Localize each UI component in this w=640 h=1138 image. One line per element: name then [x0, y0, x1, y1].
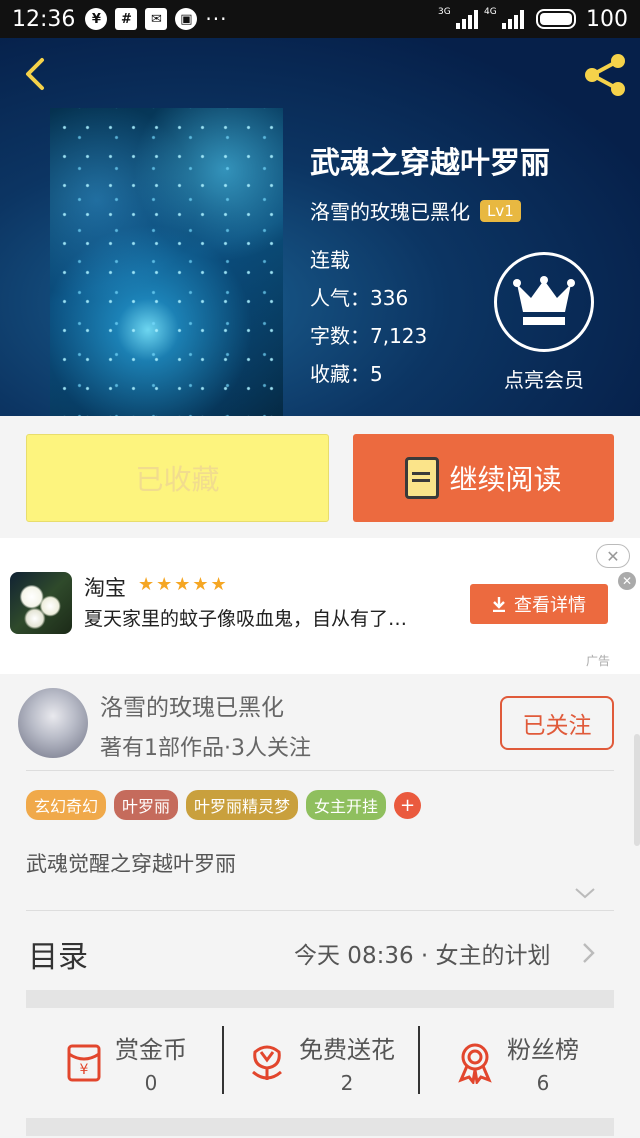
avatar[interactable]	[18, 688, 88, 758]
fan-ranking[interactable]: 粉丝榜 6	[418, 1022, 614, 1102]
signal-4g-icon: 4G	[484, 7, 524, 29]
popularity: 人气：336	[310, 286, 409, 310]
medal-icon	[458, 1043, 492, 1084]
tag-item[interactable]: 女主开挂	[306, 790, 387, 820]
ad-app-name: 淘宝	[84, 576, 126, 600]
stat-value: 2	[340, 1070, 354, 1095]
net-3g-label: 3G	[438, 7, 451, 17]
word-count: 字数：7,123	[310, 324, 428, 348]
stat-value: 6	[536, 1070, 550, 1095]
stat-label: 免费送花	[299, 1035, 395, 1064]
ad-details-label: 查看详情	[514, 595, 586, 616]
chevron-right-icon[interactable]	[580, 942, 596, 964]
yuan-icon: ¥	[85, 8, 108, 30]
reward-coins[interactable]: ¥ 赏金币 0	[26, 1022, 222, 1102]
mail-icon: ✉	[145, 8, 168, 30]
flower-icon	[252, 1045, 282, 1080]
book-description: 武魂觉醒之穿越叶罗丽	[26, 852, 236, 876]
continue-reading-button[interactable]: 继续阅读	[353, 434, 614, 522]
vip-label: 点亮会员	[504, 368, 584, 392]
author-name[interactable]: 洛雪的玫瑰已黑化	[310, 196, 470, 225]
ad-banner[interactable]: ✕ 淘宝 ★★★★★ 夏天家里的蚊子像吸血鬼，自从有了… 查看详情 ✕ 广告	[0, 538, 640, 674]
book-header: 武魂之穿越叶罗丽 洛雪的玫瑰已黑化 Lv1 连载 人气：336 字数：7,123…	[0, 38, 640, 416]
section-separator	[26, 990, 614, 1008]
back-icon[interactable]	[18, 56, 54, 92]
continue-reading-label: 继续阅读	[449, 463, 562, 496]
status-bar: 12:36 ¥ # ✉ ▣ ··· 3G 4G 100	[0, 0, 640, 38]
download-icon	[493, 597, 505, 612]
author-row: 洛雪的玫瑰已黑化 Lv1	[310, 196, 521, 225]
toc-title[interactable]: 目录	[28, 932, 88, 976]
battery-icon	[536, 9, 576, 29]
author-card-name[interactable]: 洛雪的玫瑰已黑化	[100, 688, 284, 722]
free-flowers[interactable]: 免费送花 2	[222, 1022, 418, 1102]
tag-item[interactable]: 叶罗丽精灵梦	[186, 790, 299, 820]
stats-row: ¥ 赏金币 0 免费送花 2 粉丝榜 6	[26, 1022, 614, 1102]
book-title: 武魂之穿越叶罗丽	[310, 146, 550, 181]
red-envelope-icon: ¥	[67, 1044, 101, 1082]
shirt-icon: ▣	[175, 8, 198, 30]
crown-icon	[513, 276, 575, 325]
divider	[26, 770, 614, 771]
book-icon	[405, 457, 440, 499]
ad-text: 夏天家里的蚊子像吸血鬼，自从有了…	[84, 608, 408, 630]
scrollbar[interactable]	[634, 734, 640, 846]
section-separator	[26, 1118, 614, 1136]
stat-value: 0	[144, 1070, 158, 1095]
hashtag-icon: #	[115, 8, 138, 30]
svg-text:¥: ¥	[80, 1062, 89, 1078]
collected-button[interactable]: 已收藏	[26, 434, 329, 522]
stat-label: 粉丝榜	[507, 1035, 579, 1064]
ad-dismiss-icon[interactable]: ✕	[618, 572, 636, 590]
chevron-down-icon[interactable]	[574, 882, 596, 904]
author-section: 洛雪的玫瑰已黑化 著有1部作品·3人关注 已关注 玄幻奇幻 叶罗丽 叶罗丽精灵梦…	[0, 674, 640, 1138]
ad-tag: 广告	[586, 654, 611, 668]
level-badge: Lv1	[480, 199, 521, 222]
ad-image[interactable]	[10, 572, 72, 634]
book-cover[interactable]	[50, 108, 283, 416]
followed-button[interactable]: 已关注	[500, 696, 614, 750]
divider	[26, 910, 614, 911]
tag-item[interactable]: 叶罗丽	[114, 790, 179, 820]
status-time: 12:36	[12, 6, 76, 32]
vip-button[interactable]	[494, 252, 594, 352]
tag-list: 玄幻奇幻 叶罗丽 叶罗丽精灵梦 女主开挂 +	[26, 790, 422, 820]
ad-stars: ★★★★★	[138, 574, 229, 595]
battery-level: 100	[586, 6, 628, 32]
ad-details-button[interactable]: 查看详情	[470, 584, 608, 624]
net-4g-label: 4G	[484, 7, 497, 17]
latest-chapter[interactable]: 今天 08:36 · 女主的计划	[294, 936, 551, 970]
share-icon[interactable]	[582, 52, 628, 98]
serial-status: 连载	[310, 248, 350, 272]
ad-close-icon[interactable]: ✕	[596, 544, 630, 568]
tag-item[interactable]: 玄幻奇幻	[26, 790, 107, 820]
action-bar: 已收藏 继续阅读	[0, 416, 640, 538]
author-works: 著有1部作品·3人关注	[100, 736, 311, 761]
stat-label: 赏金币	[115, 1035, 187, 1064]
signal-3g-icon: 3G	[438, 7, 478, 29]
more-dots-icon: ···	[205, 7, 228, 31]
favorites-count: 收藏：5	[310, 362, 383, 386]
add-tag-button[interactable]: +	[394, 791, 422, 819]
